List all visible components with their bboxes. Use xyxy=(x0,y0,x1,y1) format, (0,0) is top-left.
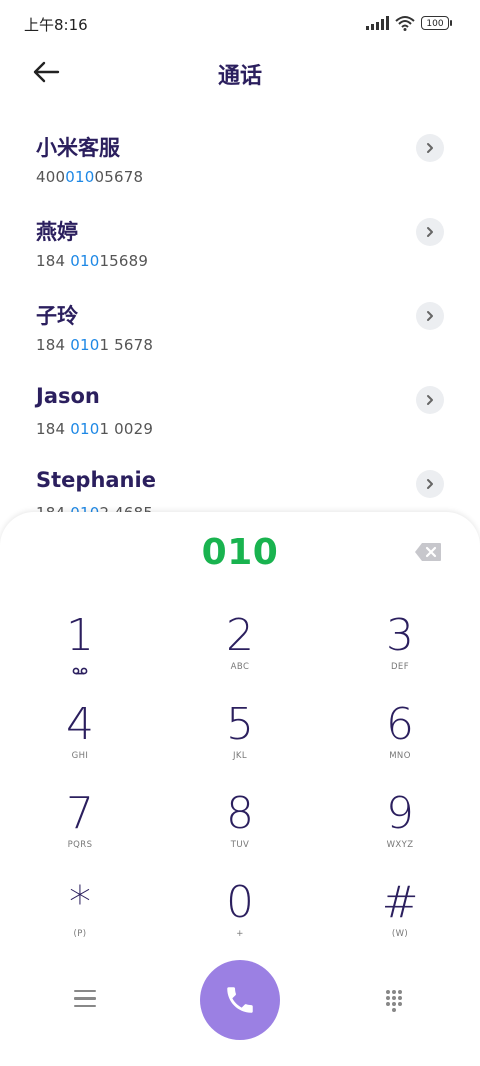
contact-name: Stephanie xyxy=(36,468,156,492)
key-3[interactable]: 3 DEF xyxy=(340,612,460,692)
menu-icon[interactable] xyxy=(74,990,96,1010)
status-time: 上午8:16 xyxy=(24,16,88,34)
contact-item[interactable]: 燕婷 184 01015689 xyxy=(0,216,480,300)
contact-number: 184 0101 0029 xyxy=(36,420,154,438)
dialer-actions xyxy=(0,960,480,1044)
key-7[interactable]: 7 PQRS xyxy=(20,790,140,870)
key-1[interactable]: 1 xyxy=(20,612,140,692)
key-star[interactable]: * (P) xyxy=(20,879,140,959)
backspace-icon[interactable] xyxy=(414,542,442,562)
contact-item[interactable]: 小米客服 40001005678 xyxy=(0,132,480,216)
battery-level: 100 xyxy=(421,16,449,30)
chevron-right-icon[interactable] xyxy=(416,470,444,498)
dial-pad-panel: 010 1 2 ABC 3 DEF 4 GHI 5 JKL 6 MNO 7 PQ… xyxy=(0,512,480,1066)
contact-name: Jason xyxy=(36,384,100,408)
call-button[interactable] xyxy=(200,960,280,1040)
chevron-right-icon[interactable] xyxy=(416,134,444,162)
contact-item[interactable]: 子玲 184 0101 5678 xyxy=(0,300,480,384)
contact-name: 子玲 xyxy=(36,304,78,328)
key-5[interactable]: 5 JKL xyxy=(180,701,300,781)
phone-icon xyxy=(227,987,253,1013)
app-header: 通话 xyxy=(0,46,480,98)
key-2[interactable]: 2 ABC xyxy=(180,612,300,692)
signal-icon xyxy=(366,16,389,30)
status-icons: 100 xyxy=(366,14,452,32)
key-0[interactable]: 0 + xyxy=(180,879,300,959)
contact-name: 燕婷 xyxy=(36,220,78,244)
chevron-right-icon[interactable] xyxy=(416,386,444,414)
contact-number: 184 01015689 xyxy=(36,252,149,270)
battery-icon: 100 xyxy=(421,16,452,30)
contact-item[interactable]: Jason 184 0101 0029 xyxy=(0,384,480,468)
key-hash[interactable]: # (W) xyxy=(340,879,460,959)
wifi-icon xyxy=(395,16,415,31)
key-4[interactable]: 4 GHI xyxy=(20,701,140,781)
keypad-icon[interactable] xyxy=(386,990,406,1014)
chevron-right-icon[interactable] xyxy=(416,218,444,246)
chevron-right-icon[interactable] xyxy=(416,302,444,330)
status-bar: 上午8:16 100 xyxy=(0,0,480,46)
contact-number: 40001005678 xyxy=(36,168,144,186)
contact-number: 184 0101 5678 xyxy=(36,336,154,354)
key-6[interactable]: 6 MNO xyxy=(340,701,460,781)
dialed-number: 010 xyxy=(201,532,279,573)
voicemail-icon xyxy=(72,667,88,675)
key-8[interactable]: 8 TUV xyxy=(180,790,300,870)
key-9[interactable]: 9 WXYZ xyxy=(340,790,460,870)
page-title: 通话 xyxy=(217,64,262,89)
contact-name: 小米客服 xyxy=(36,136,120,160)
